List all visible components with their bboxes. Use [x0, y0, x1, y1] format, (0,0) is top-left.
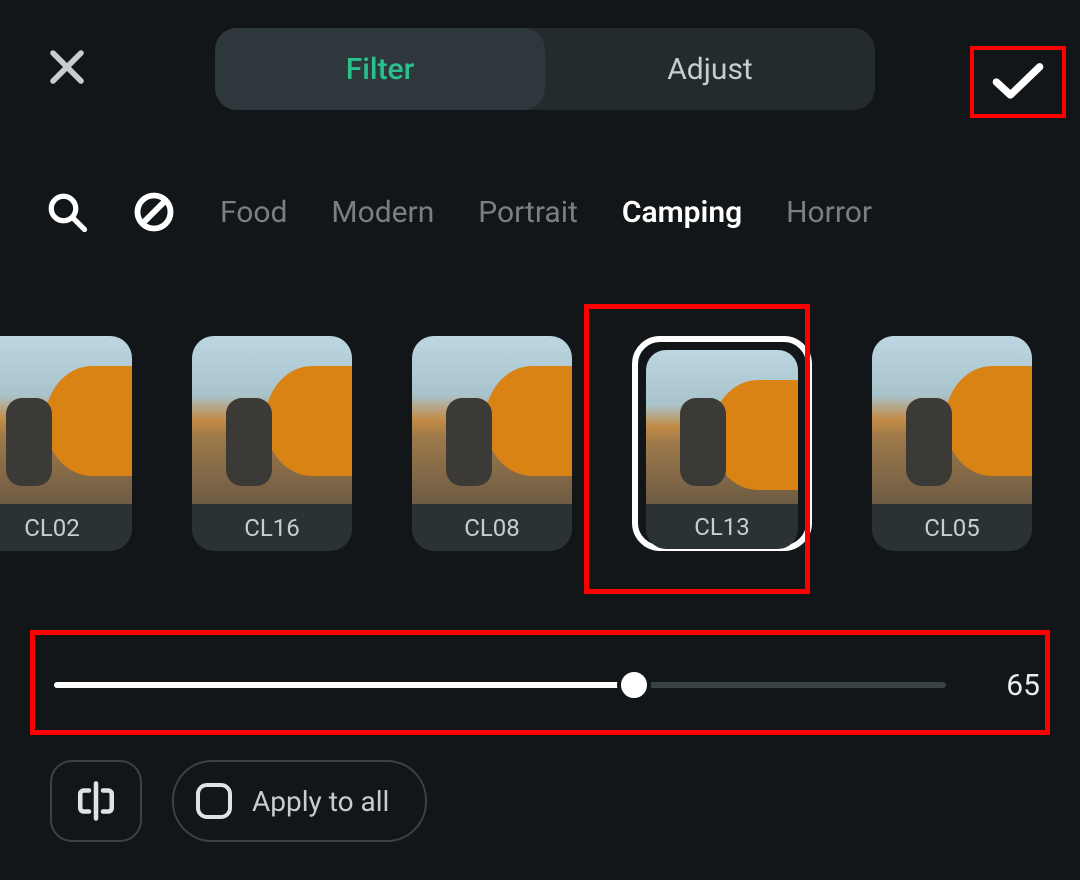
compare-button[interactable]	[50, 760, 142, 842]
filter-thumb	[872, 336, 1032, 504]
slider-fill	[54, 682, 634, 688]
filter-card[interactable]: CL02	[0, 336, 132, 551]
filter-card[interactable]: CL16	[192, 336, 352, 551]
filter-card[interactable]: CL08	[412, 336, 572, 551]
filter-card-selected[interactable]: CL13	[632, 336, 812, 551]
filter-thumb	[0, 336, 132, 504]
filter-thumb	[646, 350, 798, 504]
close-icon	[46, 46, 88, 88]
filter-label: CL16	[192, 504, 352, 551]
category-portrait[interactable]: Portrait	[478, 195, 578, 230]
segmented-control: Filter Adjust	[215, 28, 875, 110]
intensity-slider-row: 65	[54, 670, 1040, 700]
filter-label: CL02	[0, 504, 132, 551]
filter-thumb	[192, 336, 352, 504]
apply-to-all-label: Apply to all	[252, 785, 389, 818]
filter-card-row[interactable]: CL02 CL16 CL08 CL13 CL05	[0, 336, 1080, 551]
intensity-slider[interactable]	[54, 682, 946, 688]
filter-label: CL08	[412, 504, 572, 551]
category-modern[interactable]: Modern	[331, 195, 434, 230]
checkbox-icon	[196, 783, 232, 819]
intensity-value: 65	[990, 668, 1040, 703]
close-button[interactable]	[46, 46, 88, 92]
category-row: Food Modern Portrait Camping Horror	[0, 182, 1080, 242]
bottom-row: Apply to all	[50, 760, 427, 842]
filter-label: CL13	[646, 504, 798, 549]
slider-handle[interactable]	[617, 668, 651, 702]
confirm-button[interactable]	[970, 46, 1066, 118]
search-icon	[46, 191, 88, 233]
filter-thumb	[412, 336, 572, 504]
apply-to-all-button[interactable]: Apply to all	[172, 760, 427, 842]
category-horror[interactable]: Horror	[786, 195, 872, 230]
search-button[interactable]	[46, 191, 88, 233]
tab-adjust[interactable]: Adjust	[545, 28, 875, 110]
prohibit-icon	[132, 190, 176, 234]
tab-filter[interactable]: Filter	[215, 28, 545, 110]
filter-label: CL05	[872, 504, 1032, 551]
header: Filter Adjust	[0, 24, 1080, 114]
category-camping[interactable]: Camping	[622, 195, 742, 230]
check-icon	[992, 60, 1044, 104]
category-food[interactable]: Food	[220, 195, 287, 230]
filter-card[interactable]: CL05	[872, 336, 1032, 551]
no-filter-button[interactable]	[132, 190, 176, 234]
compare-icon	[75, 780, 117, 822]
